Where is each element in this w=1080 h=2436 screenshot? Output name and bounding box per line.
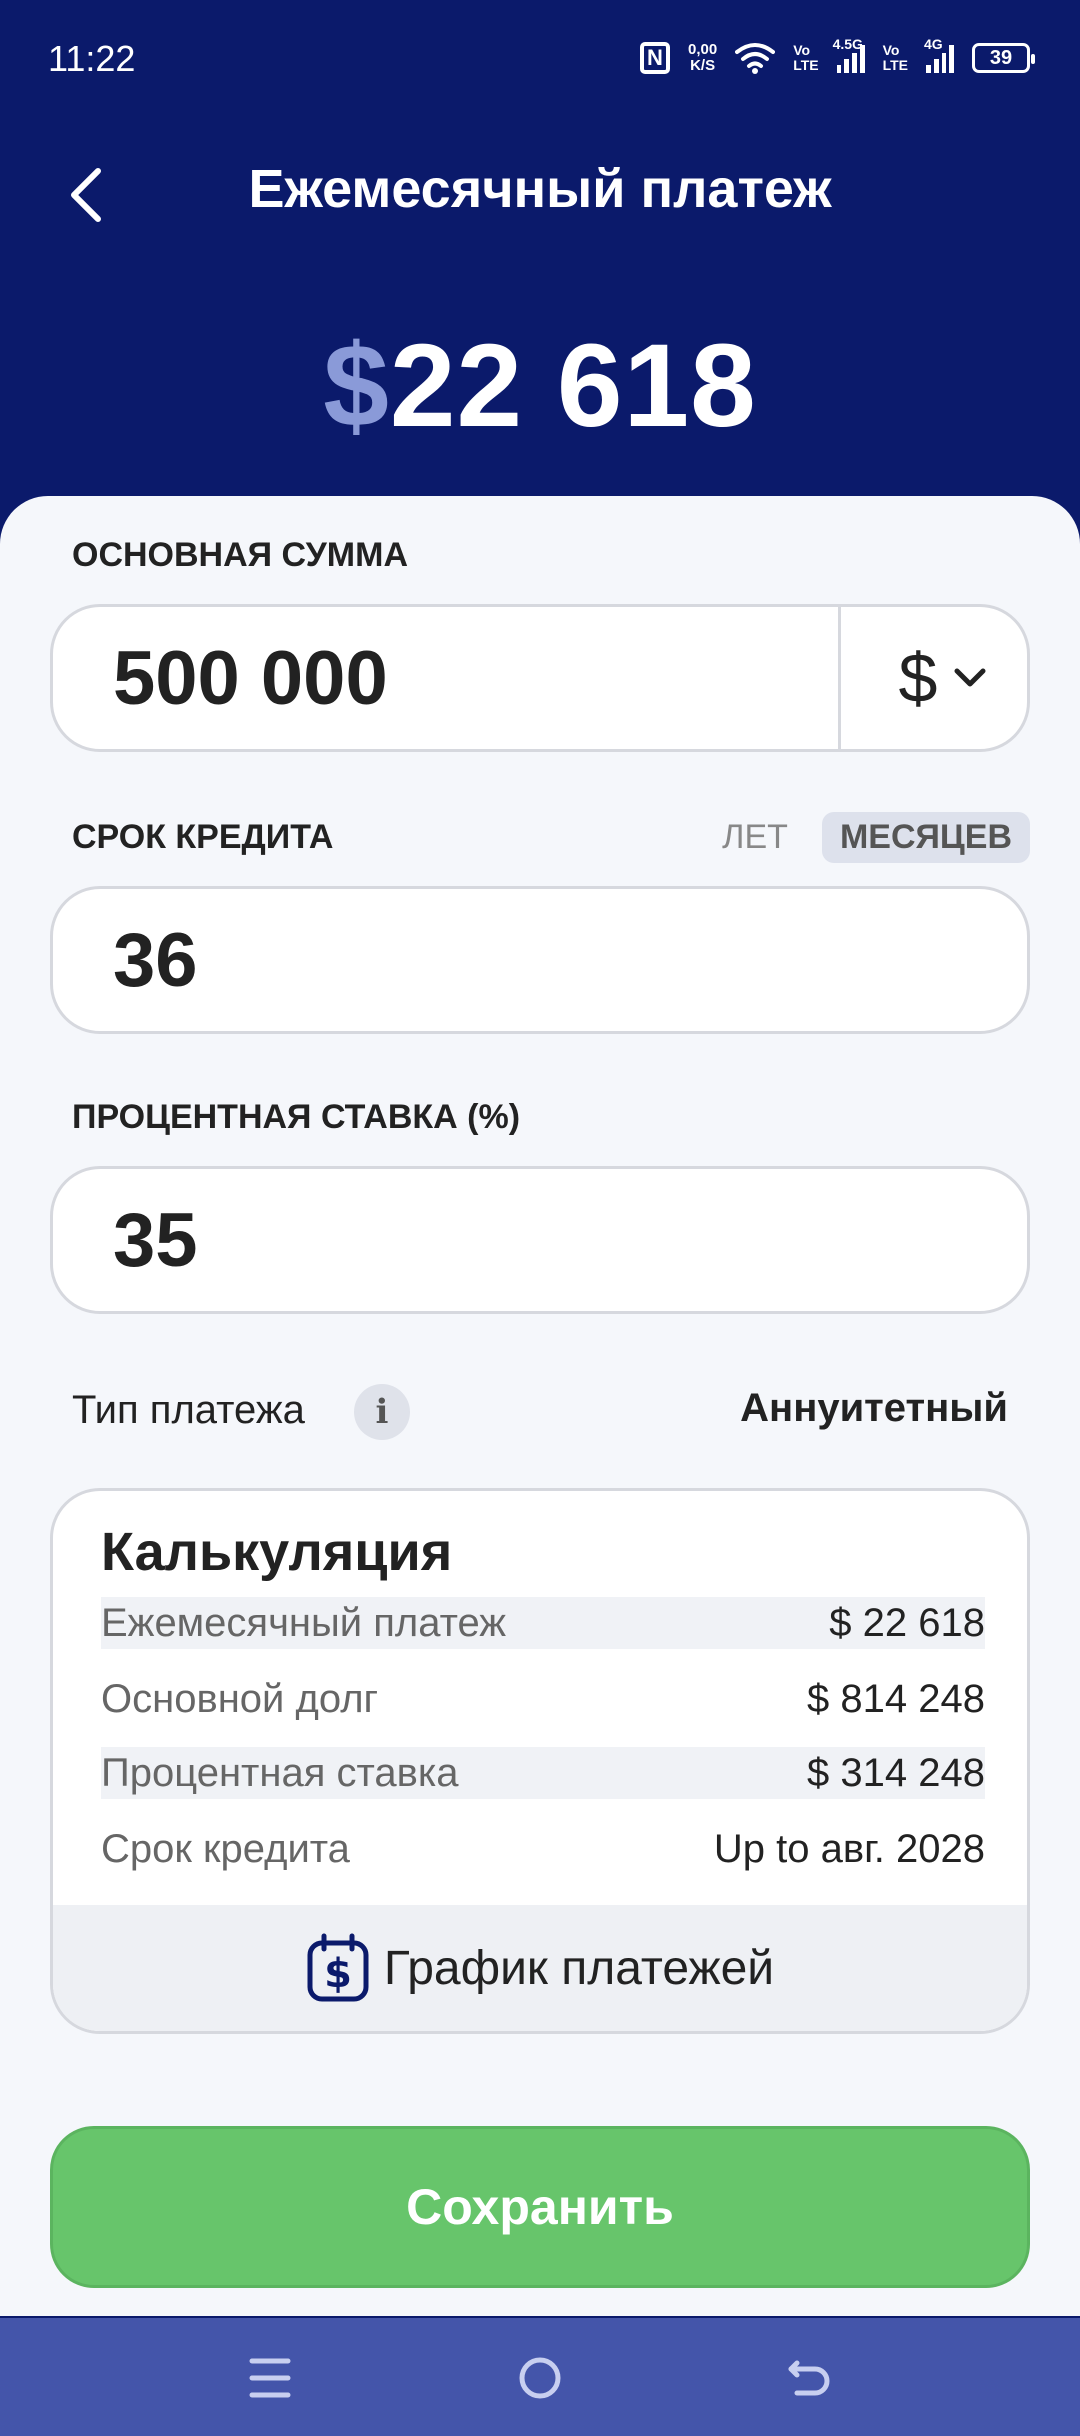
signal-2: 4G: [924, 37, 954, 73]
calc-row-value: Up to авг. 2028: [713, 1826, 985, 1871]
calc-row-label: Процентная ставка: [101, 1750, 459, 1795]
nfc-icon: N: [639, 42, 670, 74]
nav-home-button[interactable]: [510, 2348, 570, 2408]
calculation-card: Калькуляция Ежемесячный платеж $ 22 618 …: [50, 1488, 1030, 2034]
payment-schedule-label: График платежей: [383, 1941, 775, 1995]
status-icons: N 0,00 K/S Vo LTE 4.5G Vo LTE 4G 39: [639, 36, 1035, 80]
svg-text:$: $: [324, 1951, 352, 1997]
status-time: 11:22: [48, 38, 136, 79]
net1-type: 4.5G: [832, 36, 863, 52]
status-bar: 11:22 N 0,00 K/S Vo LTE 4.5G Vo LTE 4G 3…: [0, 0, 1080, 120]
payment-schedule-button[interactable]: $ График платежей: [53, 1905, 1027, 2031]
calculation-title: Калькуляция: [101, 1522, 453, 1582]
signal-1: 4.5G: [833, 37, 865, 73]
term-input[interactable]: 36: [50, 886, 1030, 1034]
header: 11:22 N 0,00 K/S Vo LTE 4.5G Vo LTE 4G 3…: [0, 0, 1080, 520]
calc-row-label: Ежемесячный платеж: [101, 1600, 507, 1645]
nav-back-button[interactable]: [780, 2348, 840, 2408]
net2-type: 4G: [924, 36, 943, 52]
calc-row-monthly: Ежемесячный платеж $ 22 618: [101, 1597, 985, 1649]
payment-type-label: Тип платежа: [72, 1388, 305, 1432]
amount-value: 22 618: [389, 320, 757, 452]
nav-menu-button[interactable]: [240, 2348, 300, 2408]
net2-top: Vo: [882, 42, 900, 58]
page-title: Ежемесячный платеж: [248, 159, 832, 219]
monthly-payment-amount: $22 618: [0, 318, 1080, 454]
calc-row-label: Срок кредита: [101, 1826, 350, 1871]
system-nav-bar: [0, 2318, 1080, 2436]
calc-row-value: $ 314 248: [807, 1750, 985, 1795]
network-2: Vo LTE: [883, 43, 908, 73]
rate-input[interactable]: 35: [50, 1166, 1030, 1314]
term-label: СРОК КРЕДИТА: [72, 818, 334, 856]
menu-icon: [249, 2358, 291, 2398]
home-circle-icon: [519, 2357, 561, 2399]
save-button[interactable]: Сохранить: [50, 2126, 1030, 2288]
calc-row-label: Основной долг: [101, 1676, 379, 1721]
calc-row-term: Срок кредита Up to авг. 2028: [101, 1823, 985, 1875]
speed-unit: K/S: [690, 57, 716, 74]
net2-bottom: LTE: [882, 57, 908, 73]
amount-currency: $: [323, 320, 390, 452]
network-1: Vo LTE: [793, 43, 818, 73]
currency-dropdown[interactable]: $: [858, 607, 1028, 749]
calc-row-interest: Процентная ставка $ 314 248: [101, 1747, 985, 1799]
calc-row-principal: Основной долг $ 814 248: [101, 1673, 985, 1725]
calendar-dollar-icon: $: [307, 1933, 369, 2002]
rate-value: 35: [113, 1198, 198, 1283]
payment-type-value[interactable]: Аннуитетный: [740, 1386, 1008, 1431]
battery-icon: 39: [972, 43, 1035, 73]
divider: [838, 607, 841, 749]
calc-row-value: $ 814 248: [807, 1676, 985, 1721]
principal-value: 500 000: [113, 636, 388, 721]
unit-years-option[interactable]: ЛЕТ: [722, 818, 788, 857]
wifi-icon: [735, 43, 776, 74]
chevron-down-icon: [954, 668, 986, 687]
speed-value: 0,00: [687, 41, 718, 58]
unit-months-option[interactable]: МЕСЯЦЕВ: [821, 812, 1030, 863]
principal-input[interactable]: 500 000 $: [50, 604, 1030, 752]
currency-symbol: $: [898, 639, 938, 717]
principal-label: ОСНОВНАЯ СУММА: [72, 536, 408, 574]
net1-top: Vo: [793, 42, 811, 58]
calc-row-value: $ 22 618: [829, 1600, 985, 1645]
rate-label: ПРОЦЕНТНАЯ СТАВКА (%): [72, 1098, 521, 1136]
network-speed: 0,00 K/S: [688, 42, 717, 74]
term-unit-toggle: ЛЕТ МЕСЯЦЕВ: [722, 812, 1030, 863]
info-icon[interactable]: i: [354, 1384, 410, 1440]
back-arrow-icon: [788, 2360, 830, 2396]
net1-bottom: LTE: [793, 57, 819, 73]
term-value: 36: [113, 918, 198, 1003]
